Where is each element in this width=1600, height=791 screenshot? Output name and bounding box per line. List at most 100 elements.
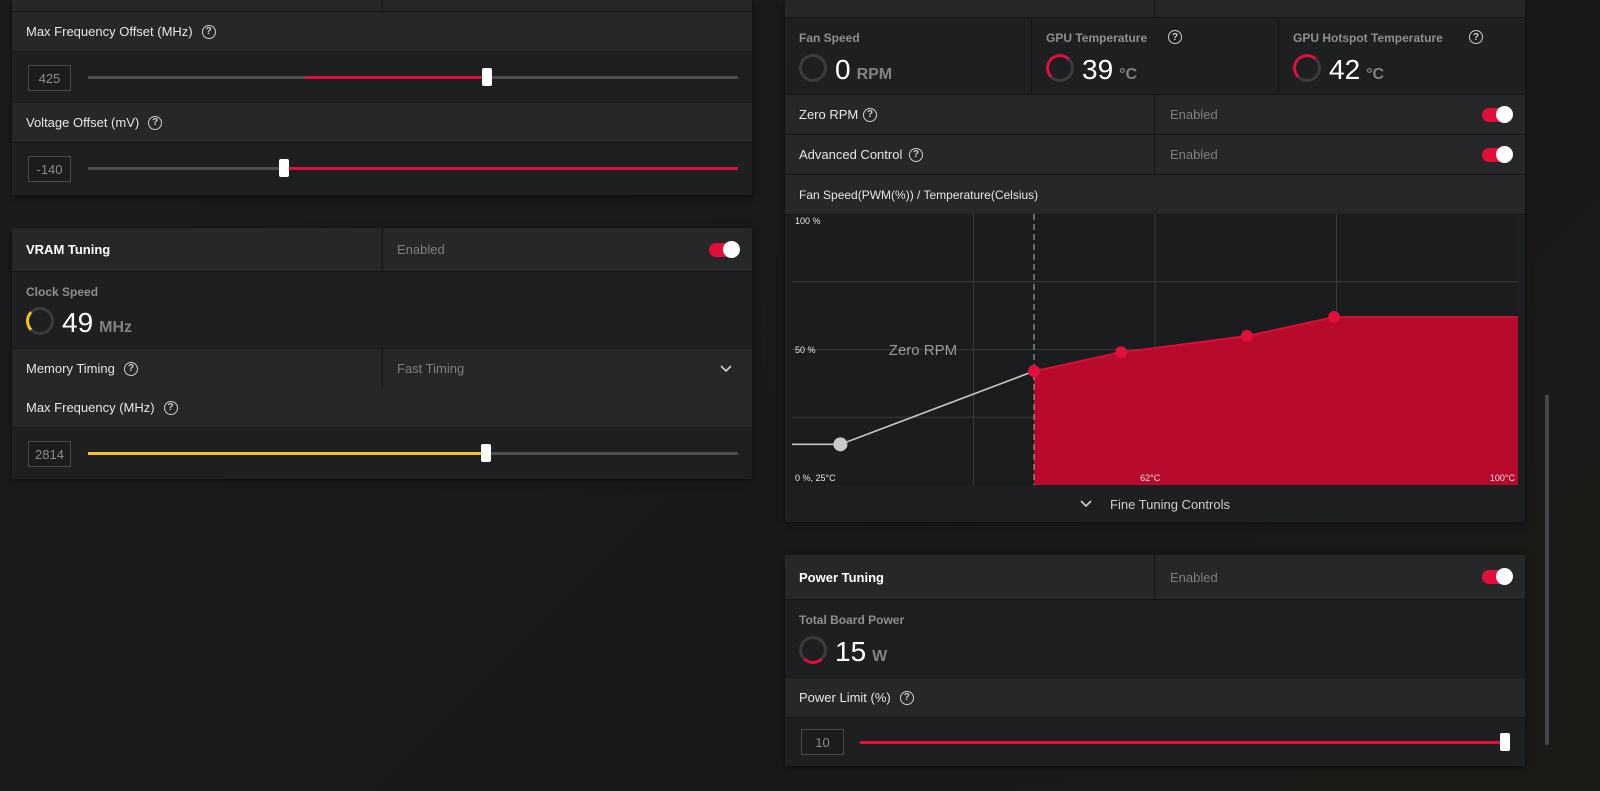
total-board-power-unit: W (872, 648, 888, 665)
gpu-temperature-label: GPU Temperature (1046, 31, 1148, 45)
voltage-offset-slider-row: -140 (12, 143, 752, 193)
curve-point-active (1115, 346, 1128, 359)
voltage-offset-header: Voltage Offset (mV) ? (12, 103, 752, 143)
gpu-temperature-value-line: 39 °C (1082, 54, 1137, 86)
gpu-hotspot-temperature-unit: °C (1366, 66, 1385, 83)
gpu-temperature-unit: °C (1119, 66, 1138, 83)
voltage-offset-thumb[interactable] (279, 159, 289, 177)
fine-tuning-controls-row[interactable]: Fine Tuning Controls (785, 486, 1525, 522)
memory-timing-label: Memory Timing (26, 361, 115, 376)
max-frequency-label: Max Frequency (MHz) (26, 400, 155, 415)
power-limit-label: Power Limit (%) (799, 690, 891, 705)
total-board-power-label: Total Board Power (799, 613, 905, 627)
vram-tuning-title: VRAM Tuning (26, 242, 111, 257)
y-tick-label-top: 100 % (795, 216, 821, 226)
max-frequency-thumb[interactable] (481, 444, 491, 462)
fan-curve-title-row: Fan Speed(PWM(%)) / Temperature(Celsius) (785, 175, 1525, 215)
voltage-offset-value-box[interactable]: -140 (28, 156, 71, 182)
max-frequency-offset-thumb[interactable] (482, 68, 492, 86)
fine-tuning-controls-label: Fine Tuning Controls (1110, 496, 1230, 512)
help-icon[interactable]: ? (124, 361, 138, 376)
clock-speed-unit: MHz (99, 319, 133, 336)
fan-curve-chart[interactable]: 100 % 50 % 0 %, 25°C 62°C 100°C Zero RPM (792, 214, 1518, 485)
cell-divider (382, 228, 383, 271)
total-board-power-gauge-icon (799, 636, 827, 664)
power-tuning-header: Power Tuning Enabled (785, 555, 1525, 600)
clock-speed-label: Clock Speed (26, 285, 99, 299)
voltage-offset-fill (288, 167, 738, 170)
power-limit-value-box[interactable]: 10 (801, 729, 844, 755)
help-icon[interactable]: ? (909, 147, 923, 162)
vertical-scrollbar[interactable] (1545, 395, 1549, 745)
top-header-strip (12, 0, 752, 12)
curve-point-active (1328, 310, 1341, 323)
power-tuning-title: Power Tuning (799, 569, 884, 585)
total-board-power-value-line: 15 W (835, 636, 887, 668)
total-board-power-metric: Total Board Power 15 W (785, 600, 1525, 676)
fan-speed-gauge-icon (799, 54, 827, 82)
power-limit-header: Power Limit (%) ? (785, 677, 1525, 718)
max-frequency-fill (88, 452, 486, 455)
power-tuning-panel: Power Tuning Enabled Total Board Power 1… (785, 555, 1525, 766)
fan-speed-unit: RPM (856, 66, 893, 83)
chevron-down-icon (1080, 500, 1092, 508)
vram-tuning-header: VRAM Tuning Enabled (12, 228, 752, 272)
fan-speed-value-line: 0 RPM (835, 54, 892, 86)
chevron-down-icon (720, 364, 732, 372)
help-icon[interactable]: ? (1469, 30, 1483, 44)
help-icon[interactable]: ? (863, 107, 877, 122)
max-frequency-value-box[interactable]: 2814 (28, 441, 71, 467)
zero-rpm-annotation: Zero RPM (889, 342, 957, 359)
x-tick-label-mid: 62°C (1140, 473, 1161, 483)
cell-divider (382, 0, 383, 11)
y-tick-label-mid: 50 % (795, 345, 816, 355)
gpu-temperature-gauge-icon (1046, 54, 1074, 82)
vram-tuning-status: Enabled (397, 242, 445, 257)
power-limit-slider-row: 10 (785, 717, 1525, 766)
max-frequency-offset-slider-row: 425 (12, 52, 752, 102)
fan-curve-title: Fan Speed(PWM(%)) / Temperature(Celsius) (799, 187, 1039, 202)
max-frequency-offset-value-box[interactable]: 425 (28, 65, 71, 91)
advanced-control-toggle[interactable] (1482, 146, 1513, 163)
power-limit-fill (860, 741, 1508, 744)
zero-rpm-row: Zero RPM ? Enabled (785, 95, 1525, 135)
gpu-hotspot-temperature-label: GPU Hotspot Temperature (1293, 31, 1443, 45)
max-frequency-offset-label: Max Frequency Offset (MHz) (26, 24, 193, 39)
memory-timing-row: Memory Timing ? Fast Timing (12, 348, 752, 389)
total-board-power-value: 15 (835, 636, 867, 667)
zero-rpm-toggle[interactable] (1482, 106, 1513, 123)
gpu-temperature-value: 39 (1082, 54, 1114, 85)
cell-divider (1154, 555, 1155, 599)
clock-speed-metric: Clock Speed 49 MHz (12, 272, 752, 347)
help-icon[interactable]: ? (163, 400, 178, 415)
vram-tuning-toggle[interactable] (709, 241, 740, 258)
active-curve-area (1034, 316, 1518, 485)
help-icon[interactable]: ? (148, 115, 163, 130)
help-icon[interactable]: ? (1168, 30, 1182, 44)
x-tick-label-max: 100°C (1490, 473, 1516, 483)
vram-tuning-panel: VRAM Tuning Enabled Clock Speed 49 MHz Me… (12, 228, 752, 479)
cell-divider (1154, 135, 1155, 174)
gpu-hotspot-temperature-value-line: 42 °C (1329, 54, 1384, 86)
clock-speed-gauge-icon (26, 307, 54, 335)
fan-metrics-row: Fan Speed 0 RPM GPU Temperature ? 39 °C GP… (785, 18, 1525, 95)
fan-speed-value: 0 (835, 54, 851, 85)
power-limit-thumb[interactable] (1500, 733, 1510, 751)
help-icon[interactable]: ? (899, 690, 914, 705)
advanced-control-row: Advanced Control ? Enabled (785, 135, 1525, 175)
memory-timing-selected: Fast Timing (397, 361, 465, 376)
zero-rpm-label: Zero RPM (799, 107, 859, 122)
power-tuning-toggle[interactable] (1482, 568, 1513, 585)
fan-speed-label: Fan Speed (799, 31, 860, 45)
gpu-hotspot-temperature-metric: GPU Hotspot Temperature ? 42 °C (1279, 18, 1525, 94)
curve-point-active (1240, 329, 1253, 342)
help-icon[interactable]: ? (201, 24, 216, 39)
memory-timing-dropdown[interactable]: Fast Timing (383, 349, 752, 388)
max-frequency-offset-header: Max Frequency Offset (MHz) ? (12, 12, 752, 52)
fan-tuning-panel: Fan Speed 0 RPM GPU Temperature ? 39 °C GP… (785, 0, 1525, 522)
inactive-curve-line (792, 370, 1035, 446)
fan-speed-metric: Fan Speed 0 RPM (785, 18, 1031, 94)
cell-divider (1154, 95, 1155, 134)
clock-speed-value: 49 (62, 307, 94, 338)
max-frequency-header: Max Frequency (MHz) ? (12, 388, 752, 428)
